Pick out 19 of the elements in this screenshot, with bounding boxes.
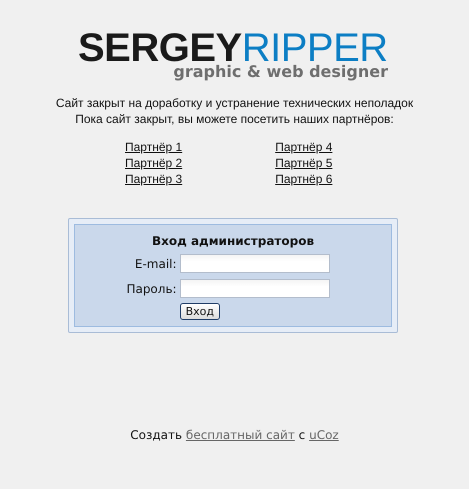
input-field[interactable] <box>180 254 330 273</box>
partner-link[interactable]: Партнёр 2 <box>125 155 182 171</box>
partner-link[interactable]: Партнёр 5 <box>275 155 332 171</box>
notice-text: Сайт закрыт на доработку и устранение технических неполадок <box>56 95 414 111</box>
partner-link[interactable]: Партнёр 4 <box>275 139 332 155</box>
footer-link[interactable]: бесплатный сайт <box>186 428 295 442</box>
input-field[interactable] <box>180 279 330 298</box>
logo-wordmark: SERGEYRIPPER <box>78 30 388 66</box>
footer-text: Создать бесплатный сайт с uCoz <box>130 427 339 443</box>
footer-link[interactable]: uCoz <box>309 428 339 442</box>
login-button[interactable]: Вход <box>180 303 220 320</box>
partner-link[interactable]: Партнёр 6 <box>275 171 332 187</box>
partner-link[interactable]: Партнёр 1 <box>125 139 182 155</box>
login-title: Вход администраторов <box>152 233 314 249</box>
logo-tagline: graphic & web designer <box>172 64 388 80</box>
notice-text: Пока сайт закрыт, вы можете посетить наших партнёров: <box>75 111 394 127</box>
field-label: E-mail: <box>134 256 177 272</box>
field-label: Пароль: <box>126 280 177 296</box>
partner-link[interactable]: Партнёр 3 <box>125 171 182 187</box>
